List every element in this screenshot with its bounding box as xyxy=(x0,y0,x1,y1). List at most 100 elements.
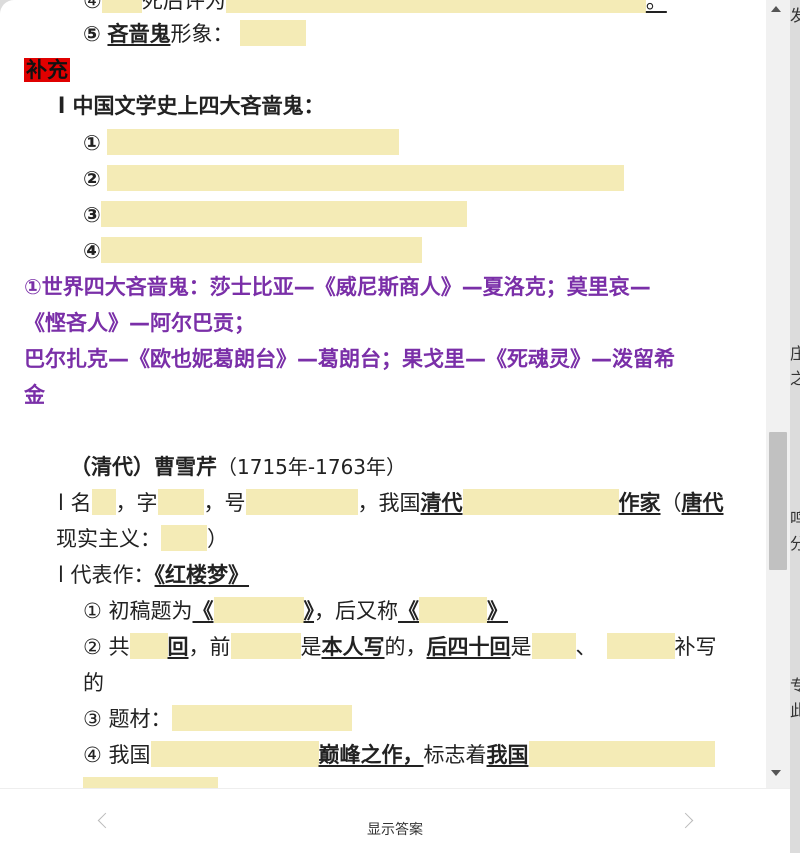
dynasty-text: 清代 xyxy=(420,491,463,515)
list-number: ④ xyxy=(83,239,101,263)
item-text: 补写 xyxy=(674,635,717,659)
background-text: 分 xyxy=(790,534,800,553)
item-text: 、 xyxy=(575,635,597,659)
works-title: 《红楼梦》 xyxy=(154,563,250,587)
show-answer-button[interactable]: 显示答案 xyxy=(340,819,450,839)
answer-blank[interactable] xyxy=(171,705,352,731)
answer-blank[interactable] xyxy=(100,237,422,263)
author-info-line: l 名 ，字 ，号 ，我国清代 作家（唐代 xyxy=(58,488,724,518)
bracket-open: 《 xyxy=(398,599,420,623)
item-text: ，前 xyxy=(188,635,231,659)
item-4-end: 。 xyxy=(645,0,667,13)
list-title: l 中国文学史上四大吝啬鬼： xyxy=(58,94,325,118)
item-text: 初稿题为 xyxy=(108,599,193,623)
answer-blank[interactable] xyxy=(606,633,675,659)
supplement-tag: 补充 xyxy=(24,58,70,82)
background-text: 鸣 xyxy=(790,509,800,528)
next-chevron-icon[interactable] xyxy=(677,812,694,829)
item-text: 是 xyxy=(510,635,532,659)
answer-blank[interactable] xyxy=(83,777,218,788)
list-item-3: ③ xyxy=(83,200,467,230)
peak-text: 巅峰之作， xyxy=(318,743,424,767)
country-text: 我国 xyxy=(486,743,529,767)
answer-blank[interactable] xyxy=(225,0,646,13)
item-number: ① xyxy=(83,599,102,623)
previous-chevron-icon[interactable] xyxy=(97,812,114,829)
exercise-modal: ④ 死后评为 。 ⑤ 吝啬鬼形象： 补充 l 中国文学史上四大吝啬鬼： ① ② ③ … xyxy=(0,0,790,853)
answer-blank[interactable] xyxy=(240,20,307,46)
item-5: ⑤ 吝啬鬼形象： xyxy=(83,19,307,49)
answer-blank[interactable] xyxy=(161,525,207,551)
item-text: 的， xyxy=(384,635,427,659)
item-text: 是 xyxy=(300,635,322,659)
item-text: 题材： xyxy=(108,707,172,731)
answer-blank[interactable] xyxy=(419,597,488,623)
item-text: ，后又称 xyxy=(314,599,399,623)
bracket-close: 》 xyxy=(487,599,509,623)
work-item-1: ① 初稿题为《 》，后又称《》 xyxy=(83,596,508,626)
zi-label: ，字 xyxy=(115,491,158,515)
author-name: （清代）曹雪芹 xyxy=(70,455,217,479)
author-years: （1715年-1763年） xyxy=(217,455,407,479)
country-label: ，我国 xyxy=(357,491,421,515)
scroll-down-arrow-icon[interactable] xyxy=(771,770,781,776)
author-heading: （清代）曹雪芹（1715年-1763年） xyxy=(70,452,406,482)
list-number: ② xyxy=(83,167,101,191)
answer-blank[interactable] xyxy=(528,741,715,767)
item-number: ③ xyxy=(83,707,102,731)
works-label: l 代表作： xyxy=(58,563,155,587)
answer-blank[interactable] xyxy=(129,633,168,659)
answer-blank[interactable] xyxy=(462,489,619,515)
answer-blank[interactable] xyxy=(100,201,467,227)
answer-text-line: ①世界四大吝啬鬼：莎士比亚—《威尼斯商人》—夏洛克；莫里哀— xyxy=(24,275,651,299)
item-4-partial: ④ 死后评为 。 xyxy=(83,0,695,16)
last-forty-text: 后四十回 xyxy=(426,635,511,659)
work-item-2-cont: 的 xyxy=(83,671,104,695)
work-item-3: ③ 题材： xyxy=(83,704,352,734)
self-written-text: 本人写 xyxy=(321,635,385,659)
tang-text: 唐代 xyxy=(681,491,724,515)
worksheet-content: ④ 死后评为 。 ⑤ 吝啬鬼形象： 补充 l 中国文学史上四大吝啬鬼： ① ② ③ … xyxy=(0,0,766,788)
item-5-term: 吝啬鬼 xyxy=(107,22,171,46)
answer-blank[interactable] xyxy=(150,741,319,767)
modal-footer: 显示答案 xyxy=(0,788,790,853)
list-number: ③ xyxy=(83,203,101,227)
name-label: l 名 xyxy=(58,491,92,515)
background-text: 发 xyxy=(790,6,800,25)
item-4-number: ④ xyxy=(83,0,102,13)
answer-blank[interactable] xyxy=(91,489,116,515)
answer-blank[interactable] xyxy=(213,597,304,623)
answer-blank[interactable] xyxy=(106,129,399,155)
realism-label: 现实主义： xyxy=(56,527,161,551)
hui-text: 回 xyxy=(167,635,189,659)
work-item-4-cont xyxy=(83,776,218,788)
answer-blank[interactable] xyxy=(245,489,358,515)
supplement-section: 补充 xyxy=(24,55,70,85)
writer-text: 作家 xyxy=(618,491,661,515)
hao-label: ，号 xyxy=(203,491,246,515)
item-5-text: 形象： xyxy=(170,22,234,46)
answer-blank[interactable] xyxy=(106,165,624,191)
answer-blank[interactable] xyxy=(230,633,301,659)
background-text: 此 xyxy=(790,701,800,720)
answer-text-line: 金 xyxy=(24,383,45,407)
scroll-up-arrow-icon[interactable] xyxy=(771,6,781,12)
item-text: 标志着 xyxy=(423,743,487,767)
bracket-close: 》 xyxy=(303,599,315,623)
bracket-open: 《 xyxy=(192,599,214,623)
scrollbar-thumb[interactable] xyxy=(769,432,787,570)
vertical-scrollbar[interactable] xyxy=(766,0,790,788)
answer-text-line: 巴尔扎克—《欧也妮葛朗台》—葛朗台；果戈里—《死魂灵》—泼留希 xyxy=(24,347,675,371)
answer-blank[interactable] xyxy=(157,489,204,515)
work-item-4: ④ 我国 巅峰之作，标志着我国 xyxy=(83,740,715,770)
paren-close: ） xyxy=(207,527,228,551)
list-number: ① xyxy=(83,131,101,155)
list-item-2: ② xyxy=(83,164,624,194)
paren-open: （ xyxy=(660,491,682,515)
background-text: 专 xyxy=(790,676,800,695)
answer-blank[interactable] xyxy=(101,0,142,13)
item-text: 我国 xyxy=(108,743,151,767)
answer-blank[interactable] xyxy=(531,633,576,659)
item-number: ④ xyxy=(83,743,102,767)
list-item-1: ① xyxy=(83,128,399,158)
